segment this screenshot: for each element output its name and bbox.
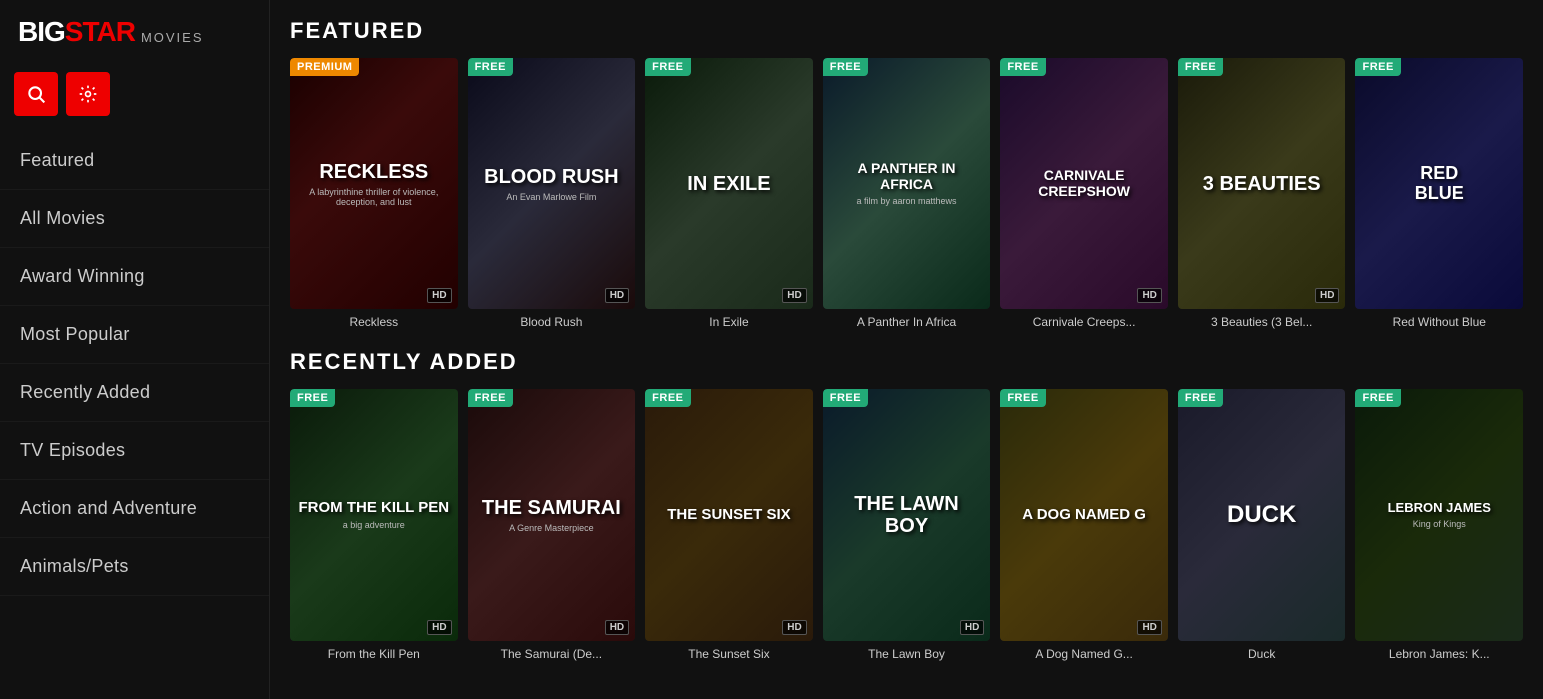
badge-free-bloodrush: FREE bbox=[468, 58, 513, 76]
sidebar-item-most-popular[interactable]: Most Popular bbox=[0, 306, 269, 364]
movie-poster-inexile: FREE IN EXILE HD bbox=[645, 58, 813, 309]
sidebar-item-animals-pets[interactable]: Animals/Pets bbox=[0, 538, 269, 596]
search-button[interactable] bbox=[14, 72, 58, 116]
movie-poster-beauties: FREE 3 BEAUTIES HD bbox=[1178, 58, 1346, 309]
hd-badge-killpen: HD bbox=[427, 620, 451, 635]
sidebar-item-featured[interactable]: Featured bbox=[0, 132, 269, 190]
badge-free-lebron: FREE bbox=[1355, 389, 1400, 407]
settings-button[interactable] bbox=[66, 72, 110, 116]
movie-title-sunsetsix: The Sunset Six bbox=[645, 647, 813, 661]
recently-added-section: RECENTLY ADDED FREE FROM THE KILL PENa b… bbox=[290, 349, 1523, 660]
movie-title-lebron: Lebron James: K... bbox=[1355, 647, 1523, 661]
badge-free-duck: FREE bbox=[1178, 389, 1223, 407]
movie-title-redblue: Red Without Blue bbox=[1355, 315, 1523, 329]
badge-free-panther: FREE bbox=[823, 58, 868, 76]
sidebar: BIGSTAR MOVIES Featured All Movies Award … bbox=[0, 0, 270, 699]
movie-card-lebron[interactable]: FREE LEBRON JAMESKing of Kings Lebron Ja… bbox=[1355, 389, 1523, 660]
movie-title-lawnboy: The Lawn Boy bbox=[823, 647, 991, 661]
hd-badge-lawnboy: HD bbox=[960, 620, 984, 635]
badge-free-inexile: FREE bbox=[645, 58, 690, 76]
movie-card-inexile[interactable]: FREE IN EXILE HD In Exile bbox=[645, 58, 813, 329]
sidebar-item-action-adventure[interactable]: Action and Adventure bbox=[0, 480, 269, 538]
main-content: FEATURED PREMIUM RECKLESSA labyrinthine … bbox=[270, 0, 1543, 699]
movie-card-carnivale[interactable]: FREE CARNIVALE CREEPSHOW HD Carnivale Cr… bbox=[1000, 58, 1168, 329]
movie-title-carnivale: Carnivale Creeps... bbox=[1000, 315, 1168, 329]
badge-premium-reckless: PREMIUM bbox=[290, 58, 359, 76]
hd-badge-reckless: HD bbox=[427, 288, 451, 303]
hd-badge-dognamed: HD bbox=[1137, 620, 1161, 635]
logo-area: BIGSTAR MOVIES bbox=[0, 0, 269, 64]
hd-badge-bloodrush: HD bbox=[605, 288, 629, 303]
movie-card-killpen[interactable]: FREE FROM THE KILL PENa big adventure HD… bbox=[290, 389, 458, 660]
movie-card-redblue[interactable]: FREE REDBLUE Red Without Blue bbox=[1355, 58, 1523, 329]
hd-badge-samurai: HD bbox=[605, 620, 629, 635]
hd-badge-beauties: HD bbox=[1315, 288, 1339, 303]
search-bar bbox=[14, 72, 255, 116]
badge-free-carnivale: FREE bbox=[1000, 58, 1045, 76]
sidebar-item-all-movies[interactable]: All Movies bbox=[0, 190, 269, 248]
badge-free-samurai: FREE bbox=[468, 389, 513, 407]
movie-card-duck[interactable]: FREE DUCK Duck bbox=[1178, 389, 1346, 660]
hd-badge-sunsetsix: HD bbox=[782, 620, 806, 635]
movie-poster-dognamed: FREE A DOG NAMED G HD bbox=[1000, 389, 1168, 640]
movie-card-reckless[interactable]: PREMIUM RECKLESSA labyrinthine thriller … bbox=[290, 58, 458, 329]
movie-title-reckless: Reckless bbox=[290, 315, 458, 329]
sidebar-item-award-winning[interactable]: Award Winning bbox=[0, 248, 269, 306]
nav-menu: Featured All Movies Award Winning Most P… bbox=[0, 132, 269, 596]
movie-poster-reckless: PREMIUM RECKLESSA labyrinthine thriller … bbox=[290, 58, 458, 309]
recently-added-grid: FREE FROM THE KILL PENa big adventure HD… bbox=[290, 389, 1523, 660]
movie-poster-carnivale: FREE CARNIVALE CREEPSHOW HD bbox=[1000, 58, 1168, 309]
movie-poster-lebron: FREE LEBRON JAMESKing of Kings bbox=[1355, 389, 1523, 640]
movie-card-samurai[interactable]: FREE THE SAMURAIA Genre Masterpiece HD T… bbox=[468, 389, 636, 660]
sidebar-item-tv-episodes[interactable]: TV Episodes bbox=[0, 422, 269, 480]
movie-poster-redblue: FREE REDBLUE bbox=[1355, 58, 1523, 309]
movie-poster-sunsetsix: FREE THE SUNSET SIX HD bbox=[645, 389, 813, 640]
badge-free-sunsetsix: FREE bbox=[645, 389, 690, 407]
movie-poster-panther: FREE A PANTHER IN AFRICAa film by aaron … bbox=[823, 58, 991, 309]
movie-card-panther[interactable]: FREE A PANTHER IN AFRICAa film by aaron … bbox=[823, 58, 991, 329]
hd-badge-inexile: HD bbox=[782, 288, 806, 303]
movie-poster-samurai: FREE THE SAMURAIA Genre Masterpiece HD bbox=[468, 389, 636, 640]
badge-free-lawnboy: FREE bbox=[823, 389, 868, 407]
movie-poster-lawnboy: FREE THE LAWN BOY HD bbox=[823, 389, 991, 640]
movie-poster-bloodrush: FREE BLOOD RUSHAn Evan Marlowe Film HD bbox=[468, 58, 636, 309]
movie-title-samurai: The Samurai (De... bbox=[468, 647, 636, 661]
movie-card-dognamed[interactable]: FREE A DOG NAMED G HD A Dog Named G... bbox=[1000, 389, 1168, 660]
logo-star: STAR bbox=[65, 16, 135, 48]
movie-card-sunsetsix[interactable]: FREE THE SUNSET SIX HD The Sunset Six bbox=[645, 389, 813, 660]
movie-title-inexile: In Exile bbox=[645, 315, 813, 329]
hd-badge-carnivale: HD bbox=[1137, 288, 1161, 303]
movie-poster-killpen: FREE FROM THE KILL PENa big adventure HD bbox=[290, 389, 458, 640]
featured-section: FEATURED PREMIUM RECKLESSA labyrinthine … bbox=[290, 18, 1523, 329]
badge-free-redblue: FREE bbox=[1355, 58, 1400, 76]
featured-title: FEATURED bbox=[290, 18, 1523, 44]
movie-card-beauties[interactable]: FREE 3 BEAUTIES HD 3 Beauties (3 Bel... bbox=[1178, 58, 1346, 329]
movie-title-killpen: From the Kill Pen bbox=[290, 647, 458, 661]
badge-free-killpen: FREE bbox=[290, 389, 335, 407]
badge-free-beauties: FREE bbox=[1178, 58, 1223, 76]
movie-title-panther: A Panther In Africa bbox=[823, 315, 991, 329]
featured-grid: PREMIUM RECKLESSA labyrinthine thriller … bbox=[290, 58, 1523, 329]
recently-added-title: RECENTLY ADDED bbox=[290, 349, 1523, 375]
movie-card-bloodrush[interactable]: FREE BLOOD RUSHAn Evan Marlowe Film HD B… bbox=[468, 58, 636, 329]
sidebar-item-recently-added[interactable]: Recently Added bbox=[0, 364, 269, 422]
movie-title-dognamed: A Dog Named G... bbox=[1000, 647, 1168, 661]
movie-title-duck: Duck bbox=[1178, 647, 1346, 661]
movie-card-lawnboy[interactable]: FREE THE LAWN BOY HD The Lawn Boy bbox=[823, 389, 991, 660]
logo-big: BIG bbox=[18, 16, 65, 48]
logo-movies: MOVIES bbox=[141, 30, 204, 45]
movie-title-beauties: 3 Beauties (3 Bel... bbox=[1178, 315, 1346, 329]
movie-title-bloodrush: Blood Rush bbox=[468, 315, 636, 329]
movie-poster-duck: FREE DUCK bbox=[1178, 389, 1346, 640]
badge-free-dognamed: FREE bbox=[1000, 389, 1045, 407]
